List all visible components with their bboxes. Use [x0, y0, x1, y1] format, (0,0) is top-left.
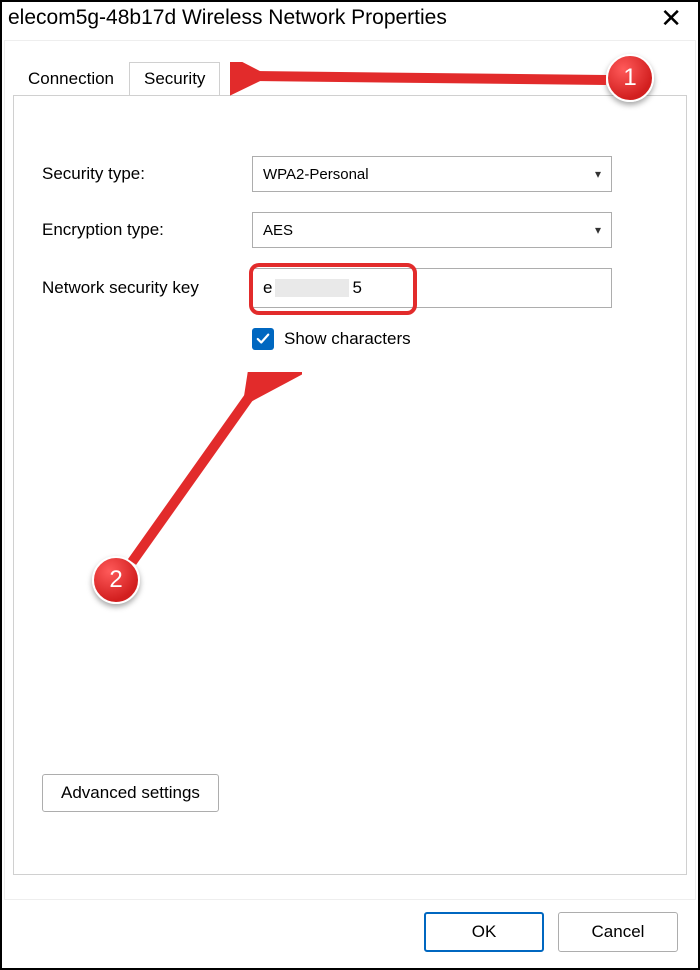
network-key-row: Network security key e 5 [42, 268, 658, 308]
close-icon[interactable]: ✕ [652, 6, 690, 30]
tab-strip: Connection Security [5, 41, 695, 95]
encryption-type-row: Encryption type: AES ▾ [42, 212, 658, 248]
annotation-step-1: 1 [606, 54, 654, 102]
security-type-value: WPA2-Personal [263, 166, 369, 183]
chevron-down-icon: ▾ [595, 167, 601, 181]
encryption-type-select[interactable]: AES ▾ [252, 212, 612, 248]
title-bar: elecom5g-48b17d Wireless Network Propert… [2, 2, 698, 38]
dialog-footer: OK Cancel [4, 898, 696, 966]
window-title: elecom5g-48b17d Wireless Network Propert… [6, 6, 447, 30]
ok-button[interactable]: OK [424, 912, 544, 952]
show-characters-label: Show characters [284, 329, 411, 349]
tab-security[interactable]: Security [129, 62, 220, 96]
network-key-value: e 5 [253, 278, 362, 298]
network-key-input[interactable]: e 5 [252, 268, 612, 308]
encryption-type-label: Encryption type: [42, 220, 252, 240]
security-type-label: Security type: [42, 164, 252, 184]
cancel-button[interactable]: Cancel [558, 912, 678, 952]
encryption-type-value: AES [263, 222, 293, 239]
security-panel: Security type: WPA2-Personal ▾ Encryptio… [13, 95, 687, 875]
annotation-step-2: 2 [92, 556, 140, 604]
redacted-text [275, 279, 349, 297]
dialog-content: Connection Security Security type: WPA2-… [4, 40, 696, 900]
advanced-settings-button[interactable]: Advanced settings [42, 774, 219, 812]
show-characters-checkbox[interactable] [252, 328, 274, 350]
network-key-label: Network security key [42, 278, 252, 298]
checkmark-icon [256, 332, 270, 346]
tab-connection[interactable]: Connection [13, 62, 129, 96]
chevron-down-icon: ▾ [595, 223, 601, 237]
security-type-row: Security type: WPA2-Personal ▾ [42, 156, 658, 192]
security-type-select[interactable]: WPA2-Personal ▾ [252, 156, 612, 192]
show-characters-row: Show characters [252, 328, 658, 350]
